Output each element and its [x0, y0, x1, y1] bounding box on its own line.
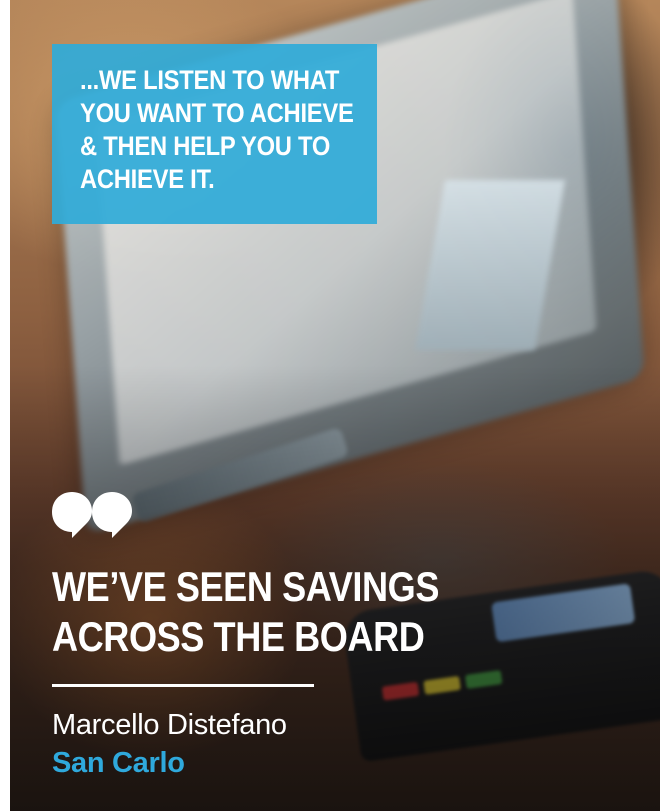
callout-line: & THEN HELP YOU TO: [80, 131, 331, 161]
author-name: Marcello Distefano: [52, 709, 287, 741]
headline-line: WE’VE SEEN SAVINGS: [52, 563, 439, 610]
callout-line: YOU WANT TO ACHIEVE: [80, 98, 354, 128]
callout-line: ACHIEVE IT.: [80, 164, 215, 194]
company-name: San Carlo: [52, 747, 185, 779]
callout-line: ...WE LISTEN TO WHAT: [80, 65, 340, 95]
divider: [52, 684, 314, 687]
quote-icon: [52, 492, 132, 538]
callout-box: ...WE LISTEN TO WHAT YOU WANT TO ACHIEVE…: [52, 44, 377, 224]
callout-text: ...WE LISTEN TO WHAT YOU WANT TO ACHIEVE…: [80, 64, 379, 196]
headline-line: ACROSS THE BOARD: [52, 613, 425, 660]
testimonial-headline: WE’VE SEEN SAVINGS ACROSS THE BOARD: [52, 562, 534, 662]
